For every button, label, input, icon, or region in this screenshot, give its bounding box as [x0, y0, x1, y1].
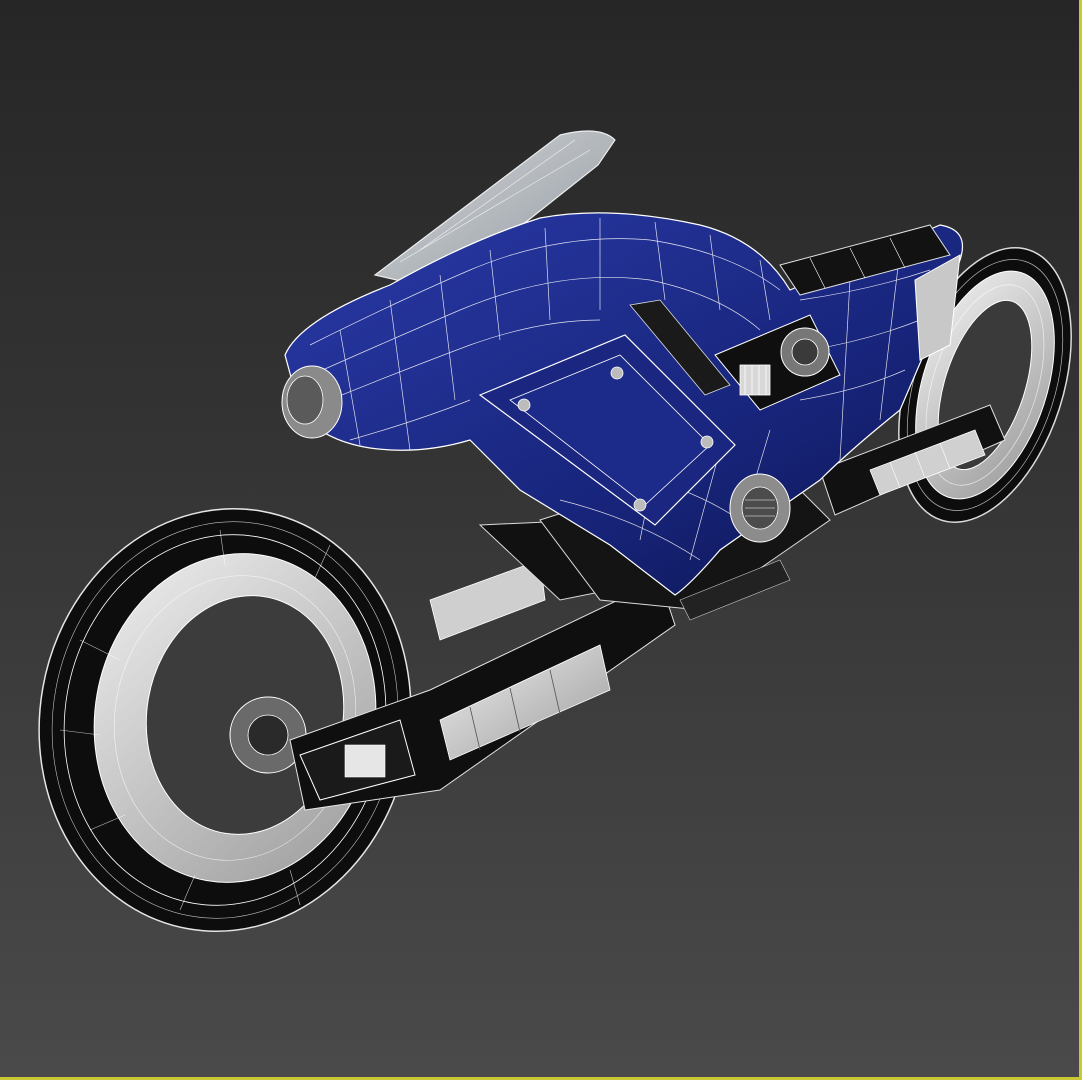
side-emblem: [729, 473, 791, 543]
headlight[interactable]: [281, 365, 343, 439]
bolt-icon: [517, 398, 531, 412]
bolt-icon: [610, 366, 624, 380]
bolt-icon: [700, 435, 714, 449]
bolt-icon: [633, 498, 647, 512]
scene: [38, 130, 1072, 932]
3d-viewport[interactable]: [0, 0, 1082, 1080]
